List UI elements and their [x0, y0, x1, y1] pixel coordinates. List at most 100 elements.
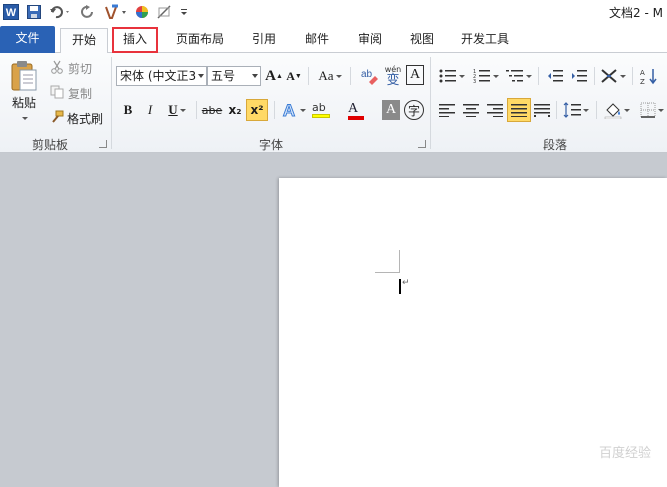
bullets-icon[interactable] [438, 65, 466, 87]
font-launcher-icon[interactable] [418, 140, 426, 148]
format-painter-button[interactable]: 格式刷 [50, 109, 106, 127]
cut-button[interactable]: 剪切 [50, 59, 98, 77]
paragraph-group-label: 段落 [542, 138, 567, 152]
phonetic-guide-button[interactable]: wén 变 [382, 63, 404, 89]
divider [196, 101, 197, 119]
shading-icon[interactable] [602, 99, 632, 121]
tab-mailings[interactable]: 邮件 [297, 28, 337, 53]
underline-label: U [168, 102, 178, 117]
tab-home[interactable]: 开始 [60, 28, 108, 54]
save-icon[interactable] [26, 3, 42, 21]
text-effects-button[interactable]: A [280, 99, 306, 121]
italic-button[interactable]: I [142, 100, 158, 120]
tab-insert[interactable]: 插入 [112, 27, 158, 53]
brush-icon [50, 110, 64, 127]
document-page[interactable]: ↵ 百度经验 [279, 178, 667, 487]
font-color-label: A [348, 100, 359, 116]
justify-icon[interactable] [507, 98, 531, 122]
font-color-button[interactable]: A [344, 99, 374, 121]
customize-icon[interactable] [178, 3, 190, 21]
svg-text:W: W [6, 7, 17, 19]
enclose-char-button[interactable]: 字 [404, 100, 424, 120]
phonetic-char: 变 [386, 72, 400, 88]
format-painter-label: 格式刷 [67, 111, 104, 126]
tab-review[interactable]: 审阅 [350, 28, 390, 53]
copy-button[interactable]: 复制 [50, 84, 98, 102]
multilevel-list-icon[interactable] [504, 65, 534, 87]
font-name-select[interactable]: 宋体 (中文正3 [116, 66, 207, 86]
decrease-indent-icon[interactable] [544, 65, 566, 87]
chinese-layout-icon[interactable] [598, 65, 628, 87]
copy-label: 复制 [68, 86, 93, 101]
undo-icon[interactable] [48, 3, 72, 21]
color-circle-icon[interactable] [134, 3, 150, 21]
title-bar: W 文档2 - M [0, 0, 667, 24]
align-center-icon[interactable] [460, 99, 482, 121]
line-spacing-icon[interactable] [561, 99, 591, 121]
borders-icon[interactable] [638, 99, 666, 121]
paragraph-mark-icon: ↵ [402, 278, 410, 288]
watermark: 百度经验 [598, 446, 651, 461]
paste-button[interactable] [6, 57, 42, 97]
format-painter-icon[interactable] [103, 3, 129, 21]
font-group-label: 字体 [258, 138, 283, 152]
scissors-icon [50, 60, 64, 77]
char-shading-button[interactable]: A [382, 100, 400, 120]
font-size-select[interactable]: 五号 [207, 66, 261, 86]
svg-text:A: A [283, 101, 295, 119]
svg-text:3: 3 [473, 79, 476, 84]
paste-dropdown-icon[interactable] [18, 113, 30, 123]
ribbon-tabs: 文件 开始 插入 页面布局 引用 邮件 审阅 视图 开发工具 [0, 24, 667, 54]
divider [596, 101, 597, 119]
divider [632, 67, 633, 85]
svg-text:A: A [640, 69, 645, 77]
svg-text:Z: Z [640, 78, 645, 85]
draw-icon[interactable] [156, 3, 172, 21]
divider [538, 67, 539, 85]
bold-button[interactable]: B [120, 100, 136, 120]
numbering-icon[interactable]: 123 [471, 65, 501, 87]
highlight-label: ab [312, 101, 326, 114]
change-case-button[interactable]: Aa [316, 66, 344, 86]
tab-developer[interactable]: 开发工具 [453, 28, 517, 53]
text-highlight-button[interactable]: ab [310, 99, 340, 121]
distributed-icon[interactable] [532, 99, 552, 121]
align-left-icon[interactable] [436, 99, 458, 121]
tab-page-layout[interactable]: 页面布局 [168, 28, 232, 53]
divider [350, 67, 351, 85]
char-border-button[interactable]: A [406, 65, 424, 85]
copy-icon [50, 85, 64, 102]
tab-references[interactable]: 引用 [246, 28, 282, 53]
increase-indent-icon[interactable] [568, 65, 590, 87]
tab-file[interactable]: 文件 [0, 26, 55, 53]
margin-corner-mark [399, 250, 400, 273]
paste-label[interactable]: 粘贴 [6, 94, 42, 110]
superscript-button[interactable]: x² [246, 99, 268, 121]
clipboard-launcher-icon[interactable] [99, 140, 107, 148]
shrink-font-icon[interactable]: A ▼ [286, 66, 302, 86]
strikethrough-button[interactable]: abe [200, 100, 224, 120]
underline-button[interactable]: U [164, 100, 190, 120]
font-size-value: 五号 [211, 69, 236, 83]
cut-label: 剪切 [68, 61, 93, 76]
grow-font-icon[interactable]: A ▲ [265, 66, 283, 86]
word-logo-icon[interactable]: W [2, 3, 20, 21]
sort-icon[interactable]: AZ [638, 65, 660, 87]
margin-corner-mark [375, 272, 399, 273]
redo-icon[interactable] [80, 3, 96, 21]
window-title: 文档2 - M [609, 6, 663, 20]
document-area[interactable]: ↵ 百度经验 [0, 154, 667, 487]
char-border-label: A [409, 67, 421, 82]
align-right-icon[interactable] [484, 99, 506, 121]
change-case-label: Aa [318, 68, 334, 83]
divider [274, 101, 275, 119]
subscript-button[interactable]: x₂ [226, 100, 244, 120]
text-cursor [399, 279, 401, 294]
divider [556, 101, 557, 119]
tab-view[interactable]: 视图 [402, 28, 442, 53]
svg-text:ab: ab [361, 69, 373, 80]
divider [308, 67, 309, 85]
clear-format-icon[interactable]: ab [358, 65, 380, 87]
font-color-bar [348, 115, 364, 120]
divider [594, 67, 595, 85]
